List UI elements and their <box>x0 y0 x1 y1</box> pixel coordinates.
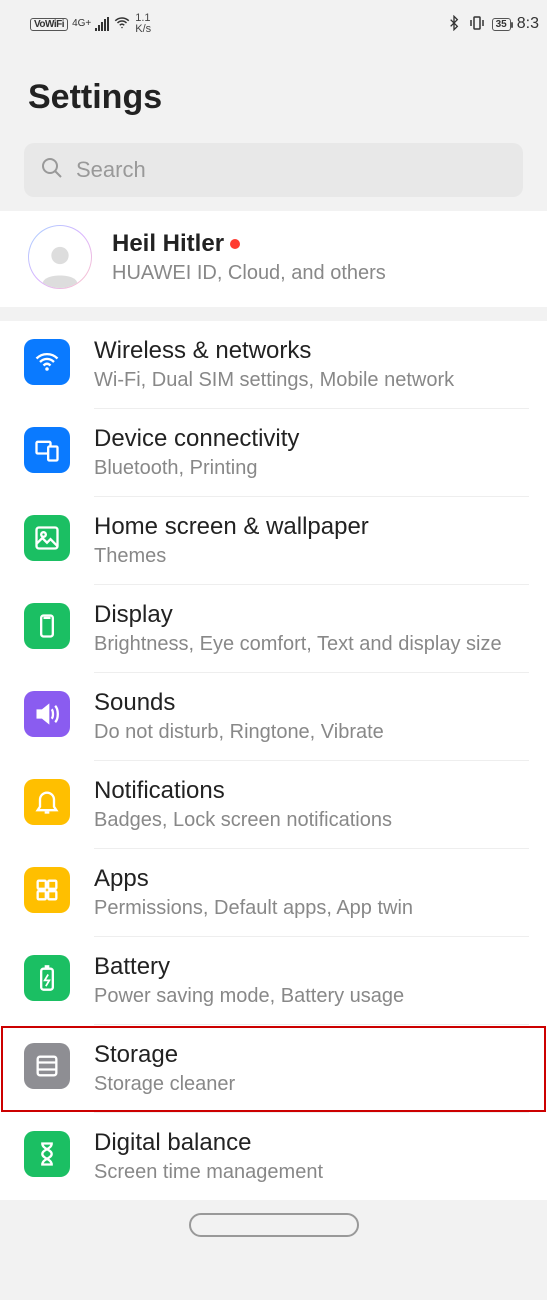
item-title: Wireless & networks <box>94 337 529 365</box>
phone-icon <box>24 603 70 649</box>
item-title: Digital balance <box>94 1129 529 1157</box>
item-body: Battery Power saving mode, Battery usage <box>94 953 529 1025</box>
item-body: Notifications Badges, Lock screen notific… <box>94 777 529 849</box>
search-bar[interactable] <box>24 143 523 197</box>
home-pill[interactable] <box>189 1213 359 1237</box>
settings-item-apps[interactable]: Apps Permissions, Default apps, App twin <box>0 849 547 937</box>
storage-icon <box>24 1043 70 1089</box>
devices-icon <box>24 427 70 473</box>
nav-bar <box>0 1200 547 1250</box>
battery-icon <box>24 955 70 1001</box>
account-sub: HUAWEI ID, Cloud, and others <box>112 262 386 285</box>
item-sub: Do not disturb, Ringtone, Vibrate <box>94 721 529 744</box>
item-body: Sounds Do not disturb, Ringtone, Vibrate <box>94 689 529 761</box>
settings-item-battery[interactable]: Battery Power saving mode, Battery usage <box>0 937 547 1025</box>
item-body: Apps Permissions, Default apps, App twin <box>94 865 529 937</box>
page-title: Settings <box>0 48 547 143</box>
section-gap <box>0 307 547 321</box>
settings-item-digital[interactable]: Digital balance Screen time management <box>0 1113 547 1200</box>
item-sub: Permissions, Default apps, App twin <box>94 897 529 920</box>
status-right: 35 8:3 <box>446 14 539 35</box>
battery-indicator: 35 <box>492 18 511 31</box>
item-title: Device connectivity <box>94 425 529 453</box>
search-icon <box>40 156 64 185</box>
clock: 8:3 <box>517 15 539 33</box>
settings-item-home[interactable]: Home screen & wallpaper Themes <box>0 497 547 585</box>
settings-item-storage[interactable]: Storage Storage cleaner <box>0 1025 547 1113</box>
search-container <box>0 143 547 211</box>
grid-icon <box>24 867 70 913</box>
avatar <box>28 225 92 289</box>
vowifi-badge: VoWiFi <box>30 18 68 31</box>
search-input[interactable] <box>76 157 507 183</box>
wifi-icon <box>113 14 131 35</box>
settings-item-device[interactable]: Device connectivity Bluetooth, Printing <box>0 409 547 497</box>
signal-icon <box>95 17 109 31</box>
item-sub: Power saving mode, Battery usage <box>94 985 529 1008</box>
account-text: Heil Hitler HUAWEI ID, Cloud, and others <box>112 230 386 285</box>
item-title: Sounds <box>94 689 529 717</box>
item-title: Storage <box>94 1041 529 1069</box>
status-bar: VoWiFi 4G+ 1.1K/s 35 8:3 <box>0 0 547 48</box>
net-speed: 1.1K/s <box>135 13 151 35</box>
item-sub: Badges, Lock screen notifications <box>94 809 529 832</box>
item-title: Apps <box>94 865 529 893</box>
image-icon <box>24 515 70 561</box>
notification-dot-icon <box>230 239 240 249</box>
account-name: Heil Hitler <box>112 230 386 258</box>
bell-icon <box>24 779 70 825</box>
item-body: Wireless & networks Wi-Fi, Dual SIM setti… <box>94 337 529 409</box>
item-title: Notifications <box>94 777 529 805</box>
settings-item-display[interactable]: Display Brightness, Eye comfort, Text and… <box>0 585 547 673</box>
settings-item-sounds[interactable]: Sounds Do not disturb, Ringtone, Vibrate <box>0 673 547 761</box>
vibrate-icon <box>468 14 486 35</box>
item-sub: Bluetooth, Printing <box>94 457 529 480</box>
item-sub: Storage cleaner <box>94 1073 529 1096</box>
account-row[interactable]: Heil Hitler HUAWEI ID, Cloud, and others <box>0 211 547 307</box>
item-title: Home screen & wallpaper <box>94 513 529 541</box>
item-title: Battery <box>94 953 529 981</box>
settings-item-notif[interactable]: Notifications Badges, Lock screen notific… <box>0 761 547 849</box>
item-sub: Wi-Fi, Dual SIM settings, Mobile network <box>94 369 529 392</box>
item-body: Display Brightness, Eye comfort, Text and… <box>94 601 529 673</box>
item-body: Device connectivity Bluetooth, Printing <box>94 425 529 497</box>
settings-item-wireless[interactable]: Wireless & networks Wi-Fi, Dual SIM setti… <box>0 321 547 409</box>
hourglass-icon <box>24 1131 70 1177</box>
bluetooth-icon <box>446 15 462 34</box>
item-body: Storage Storage cleaner <box>94 1041 529 1113</box>
network-indicator: 4G+ <box>72 19 91 29</box>
settings-list: Wireless & networks Wi-Fi, Dual SIM setti… <box>0 321 547 1200</box>
wifi-icon <box>24 339 70 385</box>
sound-icon <box>24 691 70 737</box>
item-body: Digital balance Screen time management <box>94 1129 529 1200</box>
item-sub: Screen time management <box>94 1161 529 1184</box>
item-sub: Themes <box>94 545 529 568</box>
item-sub: Brightness, Eye comfort, Text and displa… <box>94 633 529 656</box>
item-body: Home screen & wallpaper Themes <box>94 513 529 585</box>
item-title: Display <box>94 601 529 629</box>
status-left: VoWiFi 4G+ 1.1K/s <box>30 13 151 35</box>
